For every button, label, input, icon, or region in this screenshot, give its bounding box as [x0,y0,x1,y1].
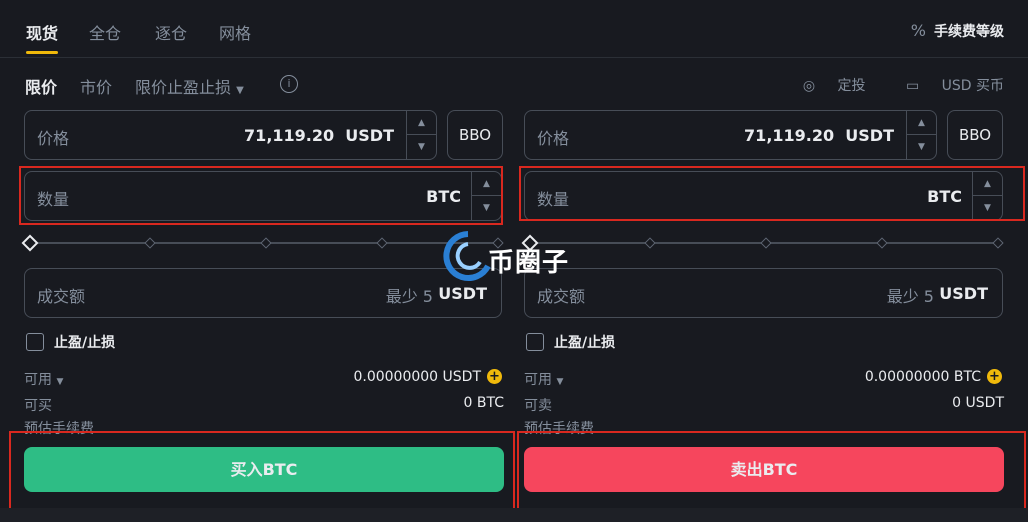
order-type-market[interactable]: 市价 [80,74,112,98]
highlight-box [19,166,503,225]
trade-mode-tabs: 现货 全仓 逐仓 网格 % 手续费等级 [0,0,1028,58]
sell-available-value: 0.00000000 BTC + [865,369,1002,385]
increment-icon[interactable]: ▲ [407,111,436,135]
slider-mark[interactable] [260,237,272,249]
tab-cross[interactable]: 全仓 [89,20,121,44]
sell-total-unit: USDT [939,284,988,303]
slider-mark[interactable] [144,237,156,249]
slider-mark[interactable] [876,237,888,249]
wallet-icon: ▭ [905,78,920,94]
sell-available-text: 可用 [524,372,552,388]
caret-down-icon: ▼ [236,85,244,96]
buy-total-input[interactable]: 成交额 最少 5 USDT [24,268,502,318]
fee-level-label: 手续费等级 [934,24,1004,40]
buy-tpsl-toggle[interactable]: 止盈/止损 [26,332,115,352]
buy-amount-slider[interactable] [21,233,508,253]
tab-grid[interactable]: 网格 [219,20,251,44]
slider-handle[interactable] [21,234,39,252]
caret-down-icon: ▼ [556,377,564,387]
active-tab-indicator [26,51,58,54]
sell-max-label: 可卖 [524,398,552,414]
buy-max-value: 0 BTC [463,395,504,411]
slider-mark[interactable] [376,237,388,249]
buy-available-amount: 0.00000000 USDT [353,369,481,385]
add-funds-icon[interactable]: + [987,369,1002,384]
tab-spot[interactable]: 现货 [26,20,58,44]
info-icon[interactable]: i [280,75,298,93]
decrement-icon[interactable]: ▼ [907,135,936,159]
sell-tpsl-label: 止盈/止损 [554,335,616,351]
fee-level-link[interactable]: % 手续费等级 [911,21,1004,41]
buy-price-stepper[interactable]: ▲ ▼ [406,111,436,159]
buy-price-input[interactable]: 价格 71,119.20 USDT ▲ ▼ [24,110,437,160]
buy-price-unit: USDT [345,126,394,145]
watermark-text: 币圈子 [488,248,570,278]
sell-total-label: 成交额 [537,287,586,306]
buy-with-usd-label: USD 买币 [941,78,1004,94]
buy-available-text: 可用 [24,372,52,388]
caret-down-icon: ▼ [56,377,64,387]
dca-label: 定投 [837,78,866,94]
buy-max-label: 可买 [24,398,52,414]
buy-total-min: 最少 5 [385,287,433,306]
checkbox[interactable] [526,333,544,351]
sell-max-value: 0 USDT [952,395,1004,411]
increment-icon[interactable]: ▲ [907,111,936,135]
sell-available-label[interactable]: 可用 ▼ [524,369,563,389]
checkbox[interactable] [26,333,44,351]
slider-mark[interactable] [992,237,1004,249]
tab-isolated[interactable]: 逐仓 [155,20,187,44]
sell-price-label: 价格 [537,129,570,148]
buy-with-usd-link[interactable]: ▭ USD 买币 [888,78,1004,94]
percent-icon: % [910,21,926,40]
sell-price-unit: USDT [845,126,894,145]
buy-total-label: 成交额 [37,287,86,306]
slider-mark[interactable] [644,237,656,249]
buy-tpsl-label: 止盈/止损 [54,335,116,351]
order-type-stop-limit[interactable]: 限价止盈止损 ▼ [135,74,244,98]
buy-price-number: 71,119.20 [244,126,335,145]
buy-price-value: 71,119.20 USDT [244,126,394,145]
buy-total-unit: USDT [438,284,487,303]
dca-link[interactable]: ◎ 定投 [785,78,866,94]
sell-total-min: 最少 5 [886,287,934,306]
buy-price-label: 价格 [37,129,70,148]
sell-price-number: 71,119.20 [744,126,835,145]
add-funds-icon[interactable]: + [487,369,502,384]
decrement-icon[interactable]: ▼ [407,135,436,159]
watermark: 币圈子 [440,228,600,284]
order-type-stop-limit-label: 限价止盈止损 [135,78,232,97]
sell-price-input[interactable]: 价格 71,119.20 USDT ▲ ▼ [524,110,937,160]
slider-mark[interactable] [760,237,772,249]
dca-icon: ◎ [802,78,816,94]
right-links: ◎ 定投 ▭ USD 买币 [767,75,1004,95]
bottom-strip [0,508,1028,522]
buy-bbo-button[interactable]: BBO [447,110,503,160]
order-type-limit[interactable]: 限价 [25,74,57,98]
sell-price-stepper[interactable]: ▲ ▼ [906,111,936,159]
buy-available-label[interactable]: 可用 ▼ [24,369,63,389]
buy-available-value: 0.00000000 USDT + [353,369,502,385]
sell-available-amount: 0.00000000 BTC [864,369,981,385]
sell-tpsl-toggle[interactable]: 止盈/止损 [526,332,615,352]
highlight-box [519,166,1025,221]
sell-bbo-button[interactable]: BBO [947,110,1003,160]
sell-price-value: 71,119.20 USDT [744,126,894,145]
